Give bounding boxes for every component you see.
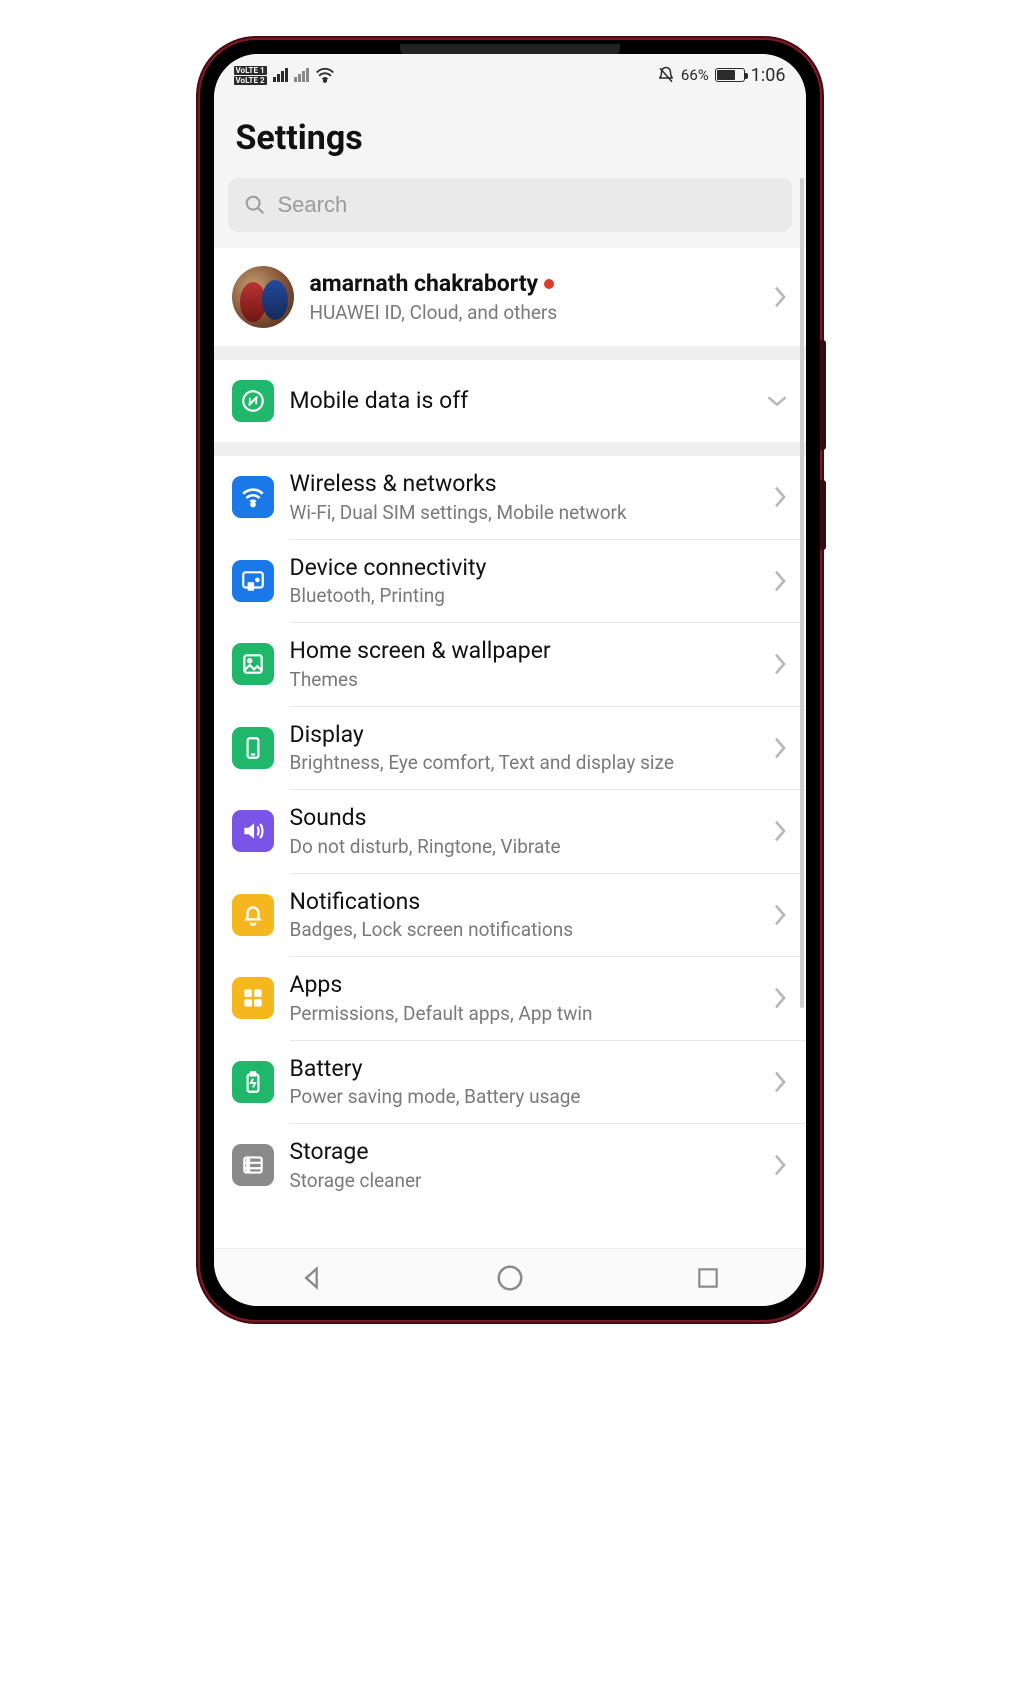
chevron-right-icon bbox=[772, 986, 788, 1010]
chevron-right-icon bbox=[772, 485, 788, 509]
item-subtitle: Bluetooth, Printing bbox=[290, 584, 756, 608]
item-title: Storage bbox=[290, 1138, 756, 1167]
battery-percent: 66% bbox=[681, 66, 709, 84]
status-bar: VoLTE 1 VoLTE 2 66% 1:06 bbox=[214, 54, 806, 92]
chevron-right-icon bbox=[772, 569, 788, 593]
chevron-down-icon bbox=[766, 394, 788, 408]
settings-item-home-screen-wallpaper[interactable]: Home screen & wallpaperThemes bbox=[214, 623, 806, 706]
item-subtitle: Permissions, Default apps, App twin bbox=[290, 1002, 756, 1026]
chevron-right-icon bbox=[772, 736, 788, 760]
settings-item-sounds[interactable]: SoundsDo not disturb, Ringtone, Vibrate bbox=[214, 790, 806, 873]
storage-icon bbox=[232, 1144, 274, 1186]
signal-2-icon bbox=[294, 68, 309, 82]
nav-recent-icon[interactable] bbox=[695, 1265, 721, 1291]
bell-icon bbox=[232, 894, 274, 936]
item-title: Sounds bbox=[290, 804, 756, 833]
mute-icon bbox=[657, 66, 675, 84]
page-title: Settings bbox=[214, 92, 806, 178]
item-subtitle: Badges, Lock screen notifications bbox=[290, 918, 756, 942]
mobile-data-off-icon bbox=[232, 380, 274, 422]
chevron-right-icon bbox=[772, 903, 788, 927]
volume-icon bbox=[232, 810, 274, 852]
volte-indicator: VoLTE 1 VoLTE 2 bbox=[234, 66, 267, 85]
settings-scroll[interactable]: amarnath chakraborty HUAWEI ID, Cloud, a… bbox=[214, 178, 806, 1248]
settings-item-apps[interactable]: AppsPermissions, Default apps, App twin bbox=[214, 957, 806, 1040]
battery-icon bbox=[232, 1061, 274, 1103]
settings-item-storage[interactable]: StorageStorage cleaner bbox=[214, 1124, 806, 1207]
item-title: Battery bbox=[290, 1055, 756, 1084]
item-subtitle: Wi-Fi, Dual SIM settings, Mobile network bbox=[290, 501, 756, 525]
signal-1-icon bbox=[273, 68, 288, 82]
mobile-data-title: Mobile data is off bbox=[290, 387, 750, 416]
nav-back-icon[interactable] bbox=[298, 1264, 326, 1292]
power-button bbox=[820, 480, 826, 550]
item-title: Wireless & networks bbox=[290, 470, 756, 499]
settings-item-device-connectivity[interactable]: Device connectivityBluetooth, Printing bbox=[214, 540, 806, 623]
wifi-status-icon bbox=[315, 67, 335, 83]
item-title: Notifications bbox=[290, 888, 756, 917]
settings-item-notifications[interactable]: NotificationsBadges, Lock screen notific… bbox=[214, 874, 806, 957]
item-subtitle: Storage cleaner bbox=[290, 1169, 756, 1193]
volume-button bbox=[820, 340, 826, 450]
battery-icon bbox=[715, 68, 745, 82]
wifi-icon bbox=[232, 476, 274, 518]
item-subtitle: Themes bbox=[290, 668, 756, 692]
account-name: amarnath chakraborty bbox=[310, 270, 756, 299]
chevron-right-icon bbox=[772, 1070, 788, 1094]
chevron-right-icon bbox=[772, 285, 788, 309]
grid-icon bbox=[232, 977, 274, 1019]
item-title: Device connectivity bbox=[290, 554, 756, 583]
search-icon bbox=[244, 194, 266, 216]
search-field[interactable] bbox=[228, 178, 792, 232]
account-subtitle: HUAWEI ID, Cloud, and others bbox=[310, 301, 756, 325]
settings-item-battery[interactable]: BatteryPower saving mode, Battery usage bbox=[214, 1041, 806, 1124]
scroll-indicator bbox=[800, 178, 804, 1008]
navigation-bar bbox=[214, 1248, 806, 1306]
item-title: Home screen & wallpaper bbox=[290, 637, 756, 666]
tablet-icon bbox=[232, 727, 274, 769]
item-title: Display bbox=[290, 721, 756, 750]
settings-list: Wireless & networksWi-Fi, Dual SIM setti… bbox=[214, 456, 806, 1207]
account-row[interactable]: amarnath chakraborty HUAWEI ID, Cloud, a… bbox=[214, 248, 806, 346]
settings-item-wireless-networks[interactable]: Wireless & networksWi-Fi, Dual SIM setti… bbox=[214, 456, 806, 539]
clock: 1:06 bbox=[751, 65, 786, 86]
nav-home-icon[interactable] bbox=[495, 1263, 525, 1293]
search-input[interactable] bbox=[278, 192, 776, 218]
item-subtitle: Brightness, Eye comfort, Text and displa… bbox=[290, 751, 756, 775]
chevron-right-icon bbox=[772, 1153, 788, 1177]
image-icon bbox=[232, 643, 274, 685]
item-subtitle: Do not disturb, Ringtone, Vibrate bbox=[290, 835, 756, 859]
item-subtitle: Power saving mode, Battery usage bbox=[290, 1085, 756, 1109]
cast-icon bbox=[232, 560, 274, 602]
phone-frame: VoLTE 1 VoLTE 2 66% 1:06 Settings bbox=[200, 40, 820, 1320]
notification-dot-icon bbox=[544, 279, 554, 289]
mobile-data-row[interactable]: Mobile data is off bbox=[214, 360, 806, 442]
settings-item-display[interactable]: DisplayBrightness, Eye comfort, Text and… bbox=[214, 707, 806, 790]
avatar bbox=[232, 266, 294, 328]
screen: VoLTE 1 VoLTE 2 66% 1:06 Settings bbox=[214, 54, 806, 1306]
chevron-right-icon bbox=[772, 652, 788, 676]
chevron-right-icon bbox=[772, 819, 788, 843]
item-title: Apps bbox=[290, 971, 756, 1000]
